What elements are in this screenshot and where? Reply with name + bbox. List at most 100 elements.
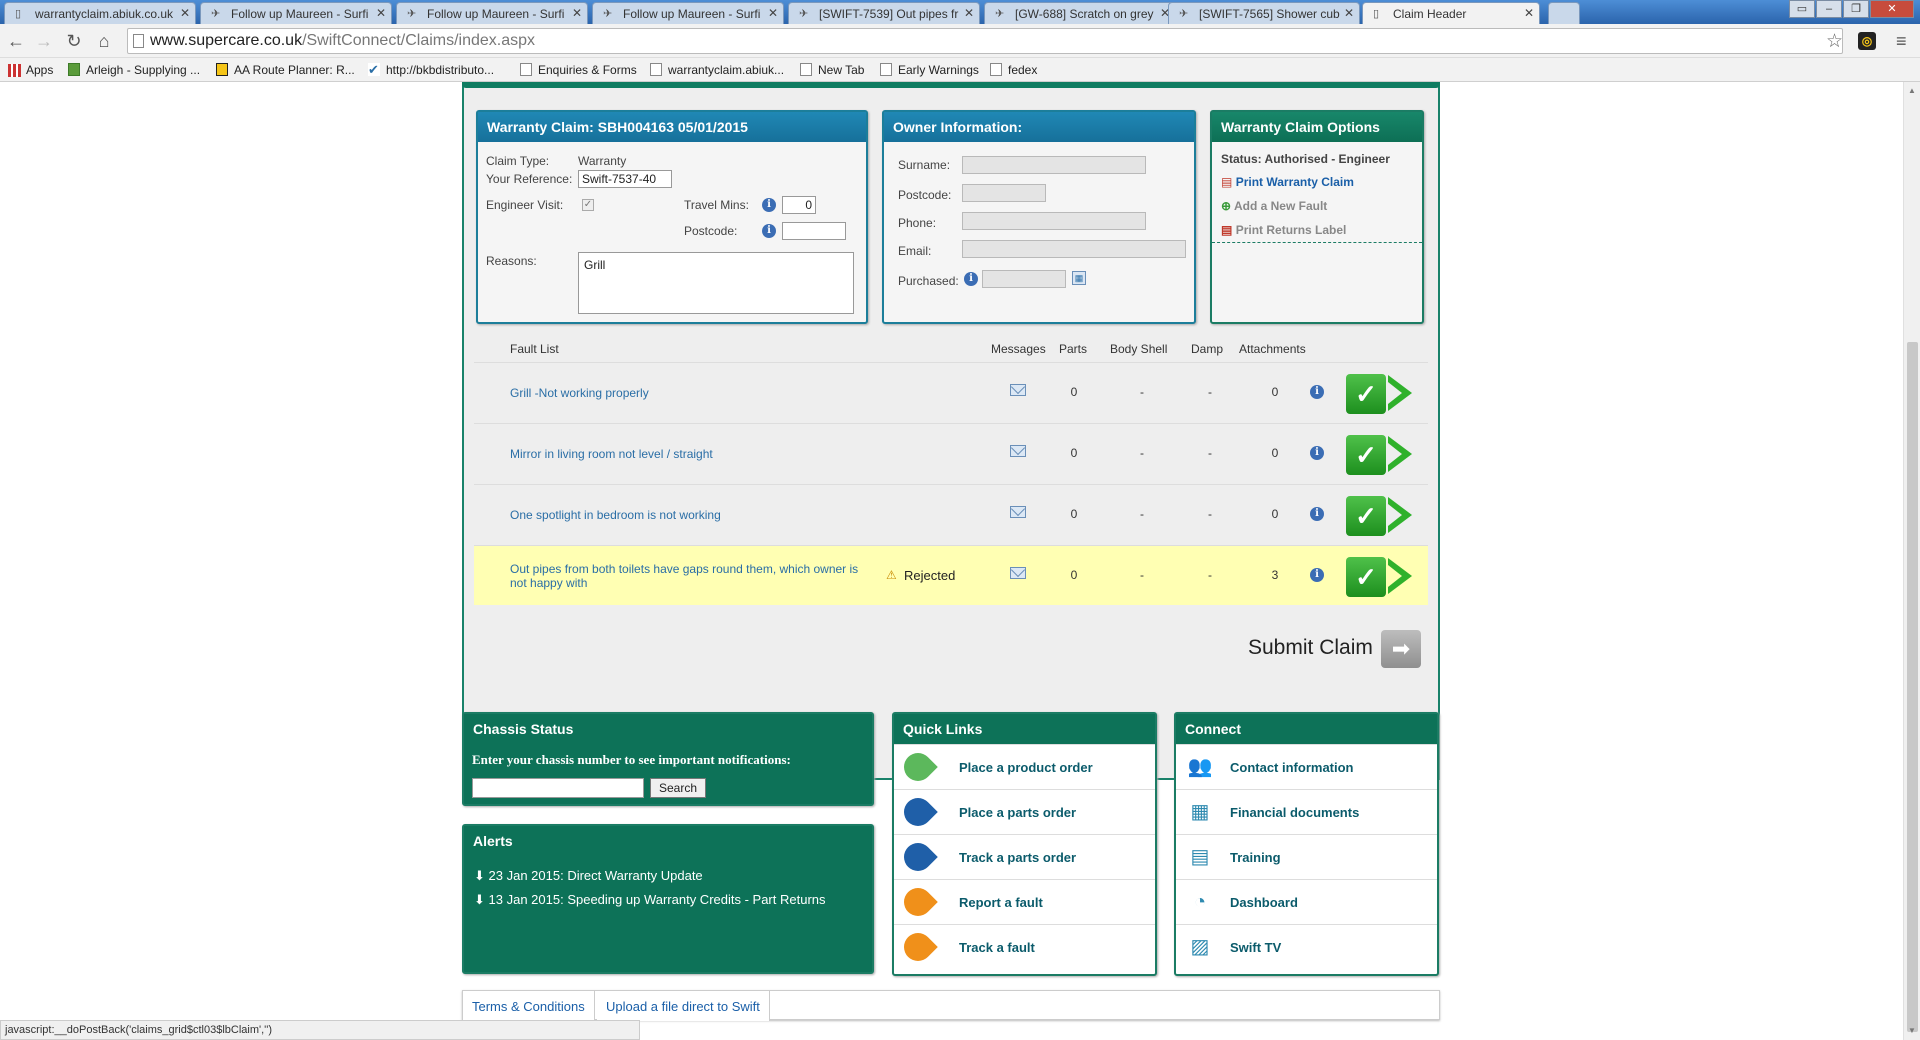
postcode-input[interactable]	[782, 222, 846, 240]
info-icon[interactable]: i	[1310, 568, 1324, 582]
warranty-claim-box: Warranty Claim: SBH004163 05/01/2015 Cla…	[476, 110, 868, 324]
menu-icon[interactable]: ≡	[1896, 31, 1907, 52]
close-tab-icon[interactable]: ✕	[376, 6, 386, 20]
approve-check-icon[interactable]: ✓	[1346, 435, 1386, 475]
body-shell-header: Body Shell	[1110, 342, 1168, 356]
scroll-thumb[interactable]	[1907, 342, 1918, 1032]
bookmark-item[interactable]: AA Route Planner: R...	[216, 63, 355, 77]
bookmark-item[interactable]: warrantyclaim.abiuk...	[650, 63, 784, 77]
address-bar[interactable]: www.supercare.co.uk/SwiftConnect/Claims/…	[127, 28, 1843, 54]
engineer-visit-checkbox[interactable]: ✓	[582, 199, 594, 211]
quick-link-item[interactable]: Track a parts order	[894, 834, 1155, 879]
browser-tab[interactable]: ✈ [SWIFT-7539] Out pipes fr ✕	[788, 2, 980, 24]
bookmark-item[interactable]: fedex	[990, 63, 1037, 77]
calendar-icon: ▤	[1190, 846, 1210, 868]
alert-item[interactable]: ⬇ 23 Jan 2015: Direct Warranty Update	[474, 868, 703, 884]
browser-tab[interactable]: ▯ warrantyclaim.abiuk.co.uk ✕	[4, 2, 196, 24]
chassis-search-button[interactable]: Search	[650, 778, 706, 798]
reference-input[interactable]	[578, 170, 672, 188]
add-new-fault-link[interactable]: ⊕ Add a New Fault	[1221, 199, 1327, 213]
connect-item[interactable]: ▨ Swift TV	[1176, 924, 1437, 969]
scroll-down-icon[interactable]: ▼	[1908, 1026, 1916, 1035]
quick-link-item[interactable]: Place a product order	[894, 744, 1155, 789]
reasons-textarea[interactable]: Grill	[578, 252, 854, 314]
upload-file-link[interactable]: Upload a file direct to Swift	[597, 991, 770, 1021]
browser-tab[interactable]: ✈ [GW-688] Scratch on grey ✕	[984, 2, 1176, 24]
browser-tab[interactable]: ✈ Follow up Maureen - Surfi ✕	[200, 2, 392, 24]
back-icon[interactable]: ←	[6, 31, 26, 51]
connect-item[interactable]: 👥 Contact information	[1176, 744, 1437, 789]
chassis-number-input[interactable]	[472, 778, 644, 798]
maximize-icon[interactable]: ❐	[1843, 0, 1869, 18]
close-tab-icon[interactable]: ✕	[572, 6, 582, 20]
connect-item[interactable]: ◔ Dashboard	[1176, 879, 1437, 924]
close-tab-icon[interactable]: ✕	[768, 6, 778, 20]
bookmark-item[interactable]: New Tab	[800, 63, 864, 77]
forward-icon[interactable]: →	[34, 31, 54, 51]
terms-link[interactable]: Terms & Conditions	[463, 991, 595, 1021]
fault-link[interactable]: One spotlight in bedroom is not working	[510, 508, 721, 522]
alert-item[interactable]: ⬇ 13 Jan 2015: Speeding up Warranty Cred…	[474, 892, 826, 908]
message-icon[interactable]	[1010, 445, 1026, 457]
info-icon[interactable]: i	[1310, 385, 1324, 399]
browser-tab-active[interactable]: ▯ Claim Header ✕	[1362, 2, 1540, 24]
close-tab-icon[interactable]: ✕	[1524, 6, 1534, 20]
fault-link[interactable]: Mirror in living room not level / straig…	[510, 447, 713, 461]
browser-tab[interactable]: ✈ Follow up Maureen - Surfi ✕	[396, 2, 588, 24]
fault-row-rejected: Out pipes from both toilets have gaps ro…	[474, 545, 1428, 605]
reload-icon[interactable]: ↻	[64, 31, 84, 51]
fault-link[interactable]: Out pipes from both toilets have gaps ro…	[510, 562, 872, 590]
purchased-date-input[interactable]	[982, 270, 1066, 288]
chevron-right-icon[interactable]	[1388, 558, 1412, 594]
connect-item[interactable]: ▤ Training	[1176, 834, 1437, 879]
bookmark-item[interactable]: Enquiries & Forms	[520, 63, 637, 77]
close-tab-icon[interactable]: ✕	[1344, 6, 1354, 20]
close-tab-icon[interactable]: ✕	[964, 6, 974, 20]
message-icon[interactable]	[1010, 567, 1026, 579]
home-icon[interactable]: ⌂	[94, 31, 114, 51]
bookmark-item[interactable]: ✔ http://bkbdistributo...	[368, 63, 494, 77]
user-icon[interactable]: ▭	[1789, 0, 1815, 18]
approve-check-icon[interactable]: ✓	[1346, 557, 1386, 597]
info-icon[interactable]: i	[1310, 507, 1324, 521]
email-input[interactable]	[962, 240, 1186, 258]
message-icon[interactable]	[1010, 384, 1026, 396]
chevron-right-icon[interactable]	[1388, 436, 1412, 472]
info-icon[interactable]: i	[1310, 446, 1324, 460]
approve-check-icon[interactable]: ✓	[1346, 496, 1386, 536]
info-icon[interactable]: i	[762, 198, 776, 212]
bookmark-star-icon[interactable]: ☆	[1826, 30, 1843, 53]
calendar-icon[interactable]: ▦	[1072, 271, 1086, 285]
print-returns-label-link[interactable]: ▤ Print Returns Label	[1221, 223, 1346, 237]
message-icon[interactable]	[1010, 506, 1026, 518]
quick-link-item[interactable]: Place a parts order	[894, 789, 1155, 834]
submit-claim-button[interactable]: ➡	[1381, 630, 1421, 668]
new-tab-button[interactable]	[1548, 2, 1580, 24]
bookmark-item[interactable]: Early Warnings	[880, 63, 979, 77]
fault-link[interactable]: Grill -Not working properly	[510, 386, 649, 400]
scroll-up-icon[interactable]: ▲	[1908, 86, 1916, 95]
phone-input[interactable]	[962, 212, 1146, 230]
quick-link-item[interactable]: Track a fault	[894, 924, 1155, 969]
owner-postcode-input[interactable]	[962, 184, 1046, 202]
info-icon[interactable]: i	[762, 224, 776, 238]
close-window-icon[interactable]: ✕	[1870, 0, 1914, 18]
bookmark-apps[interactable]: Apps	[8, 63, 53, 77]
browser-tab[interactable]: ✈ Follow up Maureen - Surfi ✕	[592, 2, 784, 24]
connect-item[interactable]: ▦ Financial documents	[1176, 789, 1437, 834]
extension-icon[interactable]: ◎	[1858, 32, 1876, 50]
surname-input[interactable]	[962, 156, 1146, 174]
vertical-scrollbar[interactable]: ▲ ▼	[1903, 82, 1920, 1040]
minimize-icon[interactable]: –	[1816, 0, 1842, 18]
chevron-right-icon[interactable]	[1388, 375, 1412, 411]
browser-tab[interactable]: ✈ [SWIFT-7565] Shower cub ✕	[1168, 2, 1360, 24]
print-warranty-claim-link[interactable]: ▤ Print Warranty Claim	[1221, 175, 1354, 189]
info-icon[interactable]: i	[964, 272, 978, 286]
quick-link-item[interactable]: Report a fault	[894, 879, 1155, 924]
chevron-right-icon[interactable]	[1388, 497, 1412, 533]
travel-mins-input[interactable]	[782, 196, 816, 214]
bookmark-item[interactable]: Arleigh - Supplying ...	[68, 63, 200, 77]
approve-check-icon[interactable]: ✓	[1346, 374, 1386, 414]
page-icon	[520, 63, 532, 76]
close-tab-icon[interactable]: ✕	[180, 6, 190, 20]
